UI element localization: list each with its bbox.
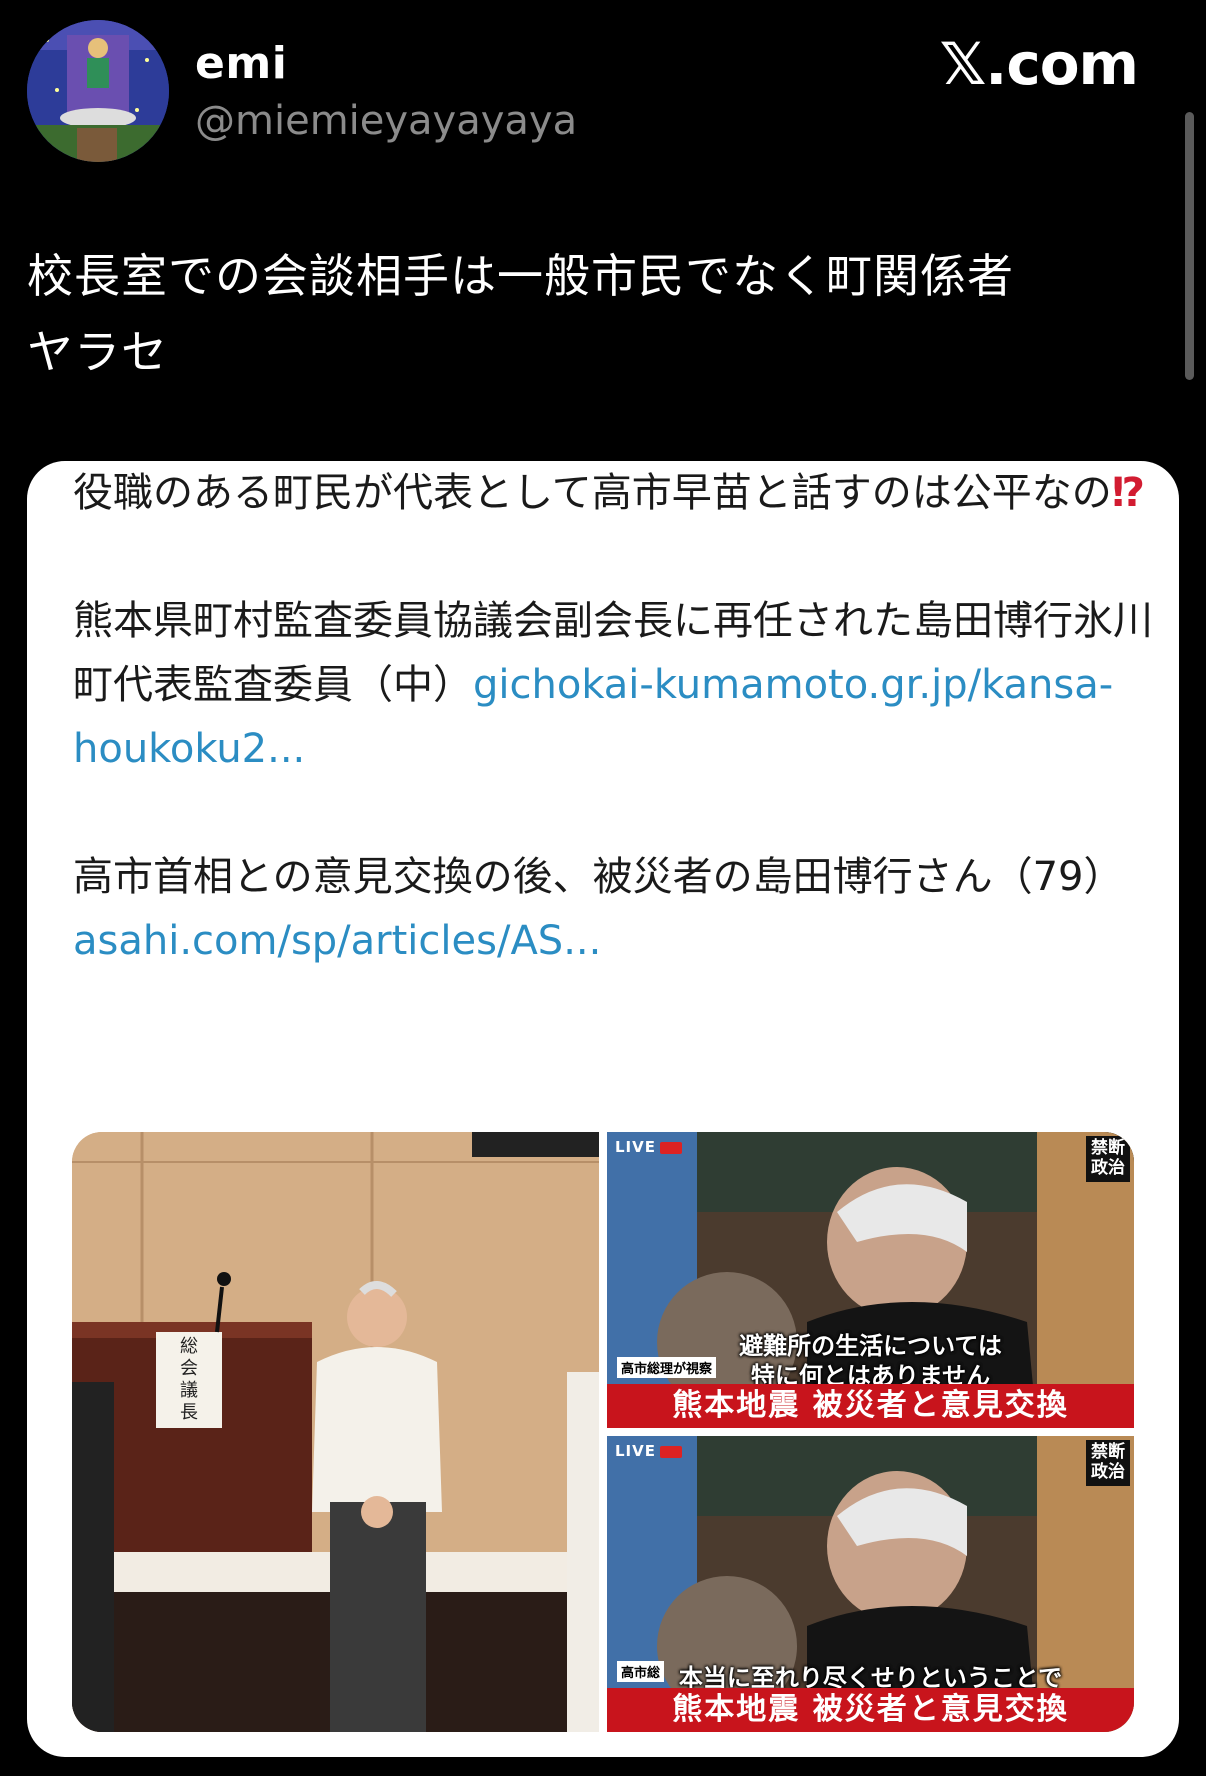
- exclamation-question-icon: ⁉: [1111, 470, 1145, 516]
- small-tag: 高市総理が視察: [617, 1357, 717, 1378]
- tweet-text: 校長室での会談相手は一般市民でなく町関係者 ヤラセ: [27, 238, 1147, 390]
- live-dot-icon: [660, 1445, 682, 1458]
- podium-photo-art: [72, 1132, 599, 1732]
- media-grid: 総会議長 LIVE 禁断政治 避難所の生活については 特に何とはありません 高市…: [72, 1132, 1134, 1732]
- quoted-tweet-text: 役職のある町民が代表として高市早苗と話すのは公平なの⁉ 熊本県町村監査委員協議会…: [73, 461, 1153, 1037]
- live-label: LIVE: [615, 1442, 656, 1460]
- channel-badge: 禁断政治: [1086, 1136, 1130, 1182]
- live-label: LIVE: [615, 1138, 656, 1156]
- photo-news-bottom[interactable]: LIVE 禁断政治 本当に至れり尽くせりということで 高市総 熊本地震 被災者と…: [607, 1436, 1134, 1732]
- caption-strip: 熊本地震 被災者と意見交換: [607, 1688, 1134, 1732]
- user-handle[interactable]: @miemieyayayaya: [195, 98, 577, 144]
- tweet-line: ヤラセ: [27, 325, 168, 379]
- live-badge: LIVE: [615, 1442, 682, 1460]
- photo-news-top[interactable]: LIVE 禁断政治 避難所の生活については 特に何とはありません 高市総理が視察…: [607, 1132, 1134, 1428]
- tweet-header: emi @miemieyayayaya 𝕏.com: [0, 0, 1206, 180]
- live-dot-icon: [660, 1141, 682, 1154]
- quoted-paragraph: 役職のある町民が代表として高市早苗と話すのは公平なの⁉: [73, 461, 1153, 525]
- scrollbar[interactable]: [1185, 112, 1194, 380]
- display-name[interactable]: emi: [195, 38, 287, 89]
- quoted-tweet-card[interactable]: 役職のある町民が代表として高市早苗と話すのは公平なの⁉ 熊本県町村監査委員協議会…: [27, 461, 1179, 1757]
- avatar[interactable]: [27, 20, 169, 162]
- channel-badge: 禁断政治: [1086, 1440, 1130, 1486]
- photo-podium[interactable]: 総会議長: [72, 1132, 599, 1732]
- tweet-line: 校長室での会談相手は一般市民でなく町関係者: [27, 249, 1014, 303]
- quoted-text: 高市首相との意見交換の後、被災者の島田博行さん（79）: [73, 854, 1124, 900]
- small-tag: 高市総: [617, 1661, 665, 1682]
- caption-strip: 熊本地震 被災者と意見交換: [607, 1384, 1134, 1428]
- live-badge: LIVE: [615, 1138, 682, 1156]
- quoted-paragraph: 高市首相との意見交換の後、被災者の島田博行さん（79） asahi.com/sp/…: [73, 845, 1153, 973]
- link-asahi[interactable]: asahi.com/sp/articles/AS...: [73, 918, 601, 964]
- quoted-paragraph: 熊本県町村監査委員協議会副会長に再任された島田博行氷川町代表監査委員（中）gic…: [73, 589, 1153, 781]
- chairman-sign: 総会議長: [180, 1336, 198, 1423]
- quoted-text: 役職のある町民が代表として高市早苗と話すのは公平なの: [73, 470, 1112, 516]
- avatar-illustration-icon: [27, 20, 169, 162]
- x-logo: 𝕏.com: [939, 30, 1139, 98]
